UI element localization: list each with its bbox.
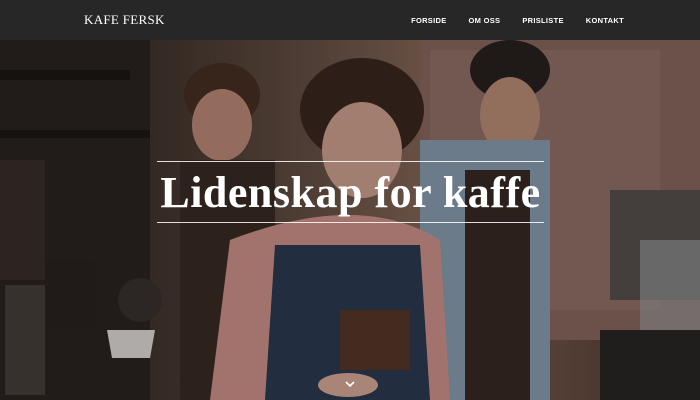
hero-section: Lidenskap for kaffe [0,40,700,400]
hero-title: Lidenskap for kaffe [160,167,541,217]
main-nav: FORSIDE OM OSS PRISLISTE KONTAKT [389,16,624,25]
chevron-down-icon[interactable] [343,379,357,391]
hero-title-frame: Lidenskap for kaffe [157,161,544,223]
nav-item-forside[interactable]: FORSIDE [411,16,446,25]
nav-item-om-oss[interactable]: OM OSS [469,16,501,25]
nav-item-prisliste[interactable]: PRISLISTE [522,16,563,25]
nav-item-kontakt[interactable]: KONTAKT [586,16,624,25]
brand-logo[interactable]: KAFE FERSK [84,12,165,28]
navbar: KAFE FERSK FORSIDE OM OSS PRISLISTE KONT… [0,0,700,40]
